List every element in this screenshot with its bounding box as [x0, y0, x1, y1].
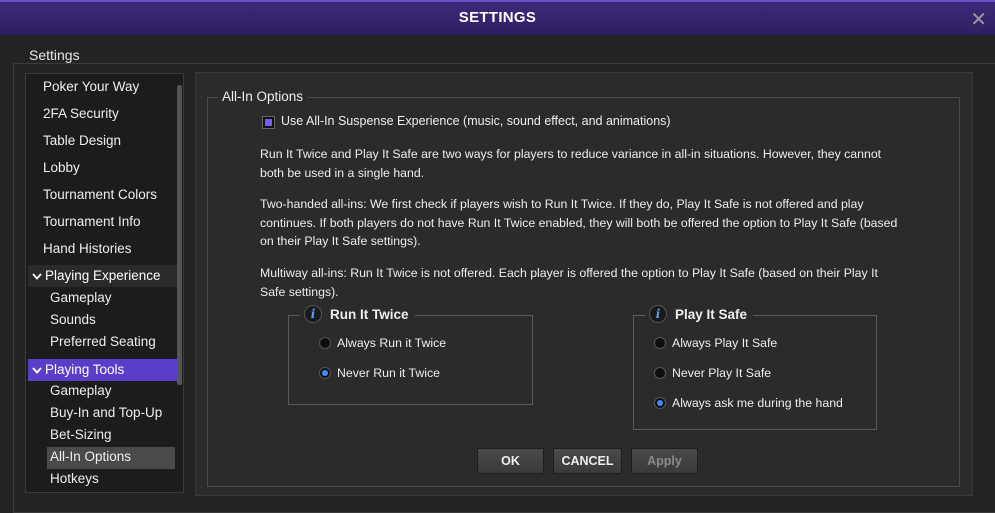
sidebar-item-hotkeys[interactable]: Hotkeys	[50, 468, 99, 490]
radio-button-selected[interactable]	[654, 397, 666, 409]
radio-button-selected[interactable]	[319, 367, 331, 379]
radio-never-play-it-safe[interactable]: Never Play It Safe	[654, 366, 771, 380]
settings-sidebar: Poker Your Way 2FA Security Table Design…	[25, 73, 184, 493]
run-it-twice-box	[288, 315, 533, 405]
sidebar-item-preferred-seating[interactable]: Preferred Seating	[50, 331, 156, 353]
info-icon[interactable]: i	[304, 305, 322, 323]
title-bar: SETTINGS ✕	[0, 0, 995, 35]
sidebar-item-buy-in-top-up[interactable]: Buy-In and Top-Up	[50, 402, 162, 424]
radio-always-play-it-safe[interactable]: Always Play It Safe	[654, 336, 777, 350]
checkbox-check-icon	[265, 119, 272, 126]
settings-label: Settings	[29, 47, 80, 63]
radio-button[interactable]	[654, 337, 666, 349]
radio-button[interactable]	[654, 367, 666, 379]
sidebar-item-gameplay-experience[interactable]: Gameplay	[50, 287, 112, 309]
radio-always-run-it-twice[interactable]: Always Run it Twice	[319, 336, 446, 350]
radio-label: Always Run it Twice	[337, 336, 447, 350]
radio-button[interactable]	[319, 337, 331, 349]
sidebar-item-lobby[interactable]: Lobby	[43, 157, 80, 179]
close-icon[interactable]: ✕	[970, 7, 987, 32]
apply-button[interactable]: Apply	[631, 448, 698, 474]
sidebar-item-table-design[interactable]: Table Design	[43, 130, 121, 152]
play-it-safe-title: Play It Safe	[675, 306, 748, 322]
group-title: All-In Options	[218, 89, 308, 104]
radio-never-run-it-twice[interactable]: Never Run it Twice	[319, 366, 440, 380]
radio-label: Never Run it Twice	[337, 366, 440, 380]
sidebar-scrollbar[interactable]	[177, 85, 182, 385]
sidebar-group-playing-tools[interactable]: Playing Tools	[28, 359, 180, 381]
sidebar-item-sounds[interactable]: Sounds	[50, 309, 96, 331]
sidebar-item-all-in-options[interactable]: All-In Options	[50, 446, 131, 468]
two-handed-paragraph: Two-handed all-ins: We first check if pl…	[260, 197, 898, 248]
cancel-button[interactable]: CANCEL	[553, 448, 622, 474]
sidebar-item-hand-histories[interactable]: Hand Histories	[43, 238, 132, 260]
radio-label: Always Play It Safe	[672, 336, 778, 350]
play-it-safe-header: i Play It Safe	[645, 305, 754, 323]
info-icon[interactable]: i	[649, 305, 667, 323]
sidebar-item-poker-your-way[interactable]: Poker Your Way	[43, 76, 139, 98]
description-paragraph: Run It Twice and Play It Safe are two wa…	[260, 147, 882, 180]
sidebar-item-gameplay-tools[interactable]: Gameplay	[50, 380, 112, 402]
run-it-twice-header: i Run It Twice	[300, 305, 415, 323]
sidebar-item-bet-sizing[interactable]: Bet-Sizing	[50, 424, 112, 446]
suspense-checkbox-label[interactable]: Use All-In Suspense Experience (music, s…	[281, 114, 671, 128]
sidebar-group-label: Playing Experience	[45, 268, 161, 283]
window-title: SETTINGS	[458, 9, 537, 26]
sidebar-item-tournament-colors[interactable]: Tournament Colors	[43, 184, 157, 206]
chevron-down-icon	[30, 266, 44, 288]
suspense-checkbox[interactable]	[262, 116, 275, 129]
ok-button[interactable]: OK	[477, 448, 544, 474]
radio-label: Never Play It Safe	[672, 366, 772, 380]
sidebar-group-label: Playing Tools	[45, 362, 125, 377]
sidebar-group-playing-experience[interactable]: Playing Experience	[28, 265, 180, 287]
sidebar-item-tournament-info[interactable]: Tournament Info	[43, 211, 141, 233]
multiway-paragraph: Multiway all-ins: Run It Twice is not of…	[260, 266, 878, 299]
sidebar-item-2fa-security[interactable]: 2FA Security	[43, 103, 119, 125]
radio-always-ask[interactable]: Always ask me during the hand	[654, 396, 843, 410]
radio-label: Always ask me during the hand	[672, 396, 843, 410]
chevron-down-icon	[30, 360, 44, 382]
run-it-twice-title: Run It Twice	[330, 306, 409, 322]
